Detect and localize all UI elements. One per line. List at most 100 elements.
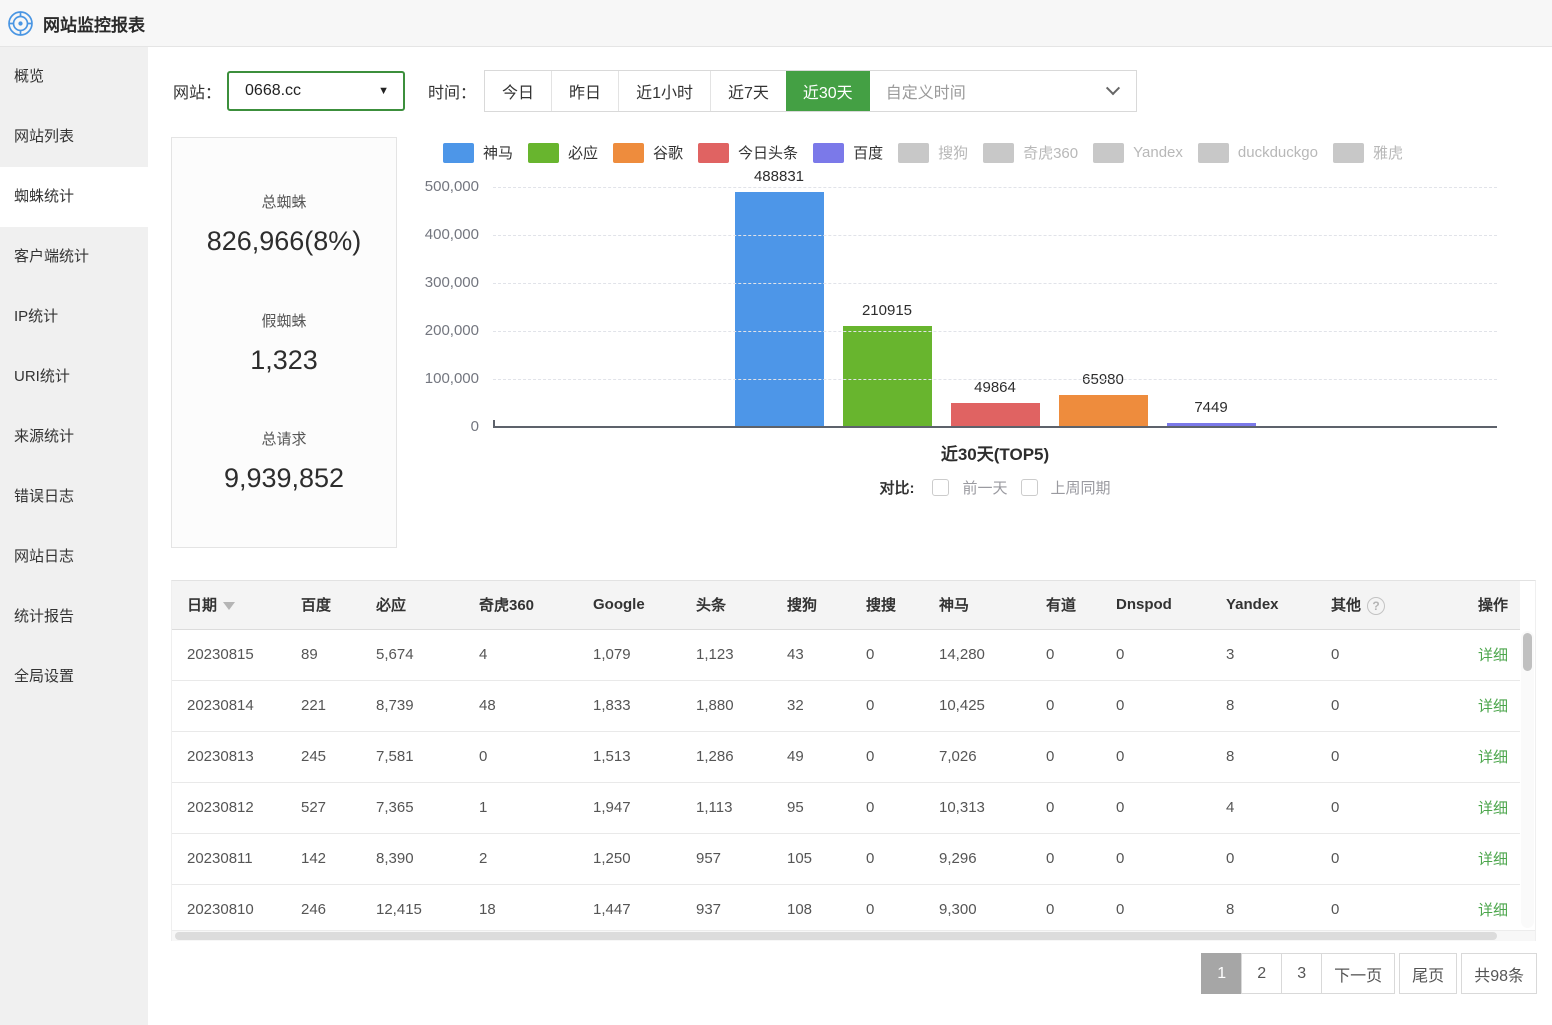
- sidebar-item-概览[interactable]: 概览: [0, 47, 148, 107]
- cell-搜搜: 0: [851, 731, 924, 782]
- sidebar-item-网站日志[interactable]: 网站日志: [0, 527, 148, 587]
- cell-action: 详细: [1463, 884, 1520, 935]
- compare-row: 对比: 前一天上周同期: [493, 477, 1497, 498]
- cell-date: 20230812: [172, 782, 286, 833]
- legend-item-谷歌[interactable]: 谷歌: [613, 142, 683, 163]
- cell-必应: 7,365: [361, 782, 464, 833]
- page-button-1[interactable]: 1: [1201, 953, 1242, 994]
- column-header-奇虎360: 奇虎360: [464, 581, 578, 629]
- cell-date: 20230810: [172, 884, 286, 935]
- sidebar-item-IP统计[interactable]: IP统计: [0, 287, 148, 347]
- gridline: [493, 283, 1497, 284]
- help-icon[interactable]: ?: [1367, 597, 1385, 615]
- cell-action: 详细: [1463, 629, 1520, 680]
- cell-action: 详细: [1463, 731, 1520, 782]
- column-header-Yandex: Yandex: [1211, 581, 1316, 629]
- column-header-日期[interactable]: 日期: [172, 581, 286, 629]
- legend-item-Yandex[interactable]: Yandex: [1093, 142, 1183, 163]
- sidebar-item-URI统计[interactable]: URI统计: [0, 347, 148, 407]
- detail-link[interactable]: 详细: [1478, 698, 1508, 715]
- bar-value-label: 210915: [823, 302, 952, 319]
- cell-神马: 14,280: [924, 629, 1031, 680]
- cell-Dnspod: 0: [1101, 833, 1211, 884]
- cell-百度: 221: [286, 680, 361, 731]
- bar-谷歌: 65980: [1059, 395, 1148, 427]
- cell-头条: 1,286: [681, 731, 772, 782]
- cell-Yandex: 4: [1211, 782, 1316, 833]
- horizontal-scrollbar-thumb[interactable]: [175, 932, 1497, 940]
- cell-date: 20230815: [172, 629, 286, 680]
- legend-item-duckduckgo[interactable]: duckduckgo: [1198, 142, 1318, 163]
- legend-item-必应[interactable]: 必应: [528, 142, 598, 163]
- cell-必应: 7,581: [361, 731, 464, 782]
- cell-神马: 10,313: [924, 782, 1031, 833]
- y-axis-tick-label: 200,000: [407, 321, 479, 341]
- legend-item-奇虎360[interactable]: 奇虎360: [983, 142, 1078, 163]
- site-dropdown-value: 0668.cc: [245, 82, 301, 100]
- site-dropdown[interactable]: 0668.cc ▼: [227, 71, 405, 111]
- stat-value: 9,939,852: [172, 463, 396, 494]
- custom-time-select[interactable]: 自定义时间: [870, 71, 1136, 111]
- legend-label: 必应: [568, 142, 598, 163]
- cell-其他: 0: [1316, 731, 1463, 782]
- time-button-昨日[interactable]: 昨日: [551, 71, 618, 111]
- legend-item-雅虎[interactable]: 雅虎: [1333, 142, 1403, 163]
- chart-title: 近30天(TOP5): [493, 440, 1497, 465]
- axis-tick: [493, 420, 495, 428]
- detail-link[interactable]: 详细: [1478, 749, 1508, 766]
- column-header-神马: 神马: [924, 581, 1031, 629]
- legend-item-搜狗[interactable]: 搜狗: [898, 142, 968, 163]
- legend-item-百度[interactable]: 百度: [813, 142, 883, 163]
- time-label: 时间：: [428, 79, 476, 103]
- checkbox-前一天[interactable]: [932, 479, 949, 496]
- sidebar-item-蜘蛛统计[interactable]: 蜘蛛统计: [0, 167, 148, 227]
- cell-搜搜: 0: [851, 782, 924, 833]
- legend-item-今日头条[interactable]: 今日头条: [698, 142, 798, 163]
- time-button-近30天[interactable]: 近30天: [786, 71, 870, 111]
- spider-table: 日期百度必应奇虎360Google头条搜狗搜搜神马有道DnspodYandex其…: [171, 580, 1536, 941]
- cell-date: 20230813: [172, 731, 286, 782]
- cell-Google: 1,079: [578, 629, 681, 680]
- time-button-近7天[interactable]: 近7天: [710, 71, 786, 111]
- detail-link[interactable]: 详细: [1478, 902, 1508, 919]
- detail-link[interactable]: 详细: [1478, 851, 1508, 868]
- checkbox-上周同期[interactable]: [1021, 479, 1038, 496]
- sidebar-item-来源统计[interactable]: 来源统计: [0, 407, 148, 467]
- table-row-20230811: 202308111428,39021,25095710509,2960000详细: [172, 833, 1520, 884]
- column-header-头条: 头条: [681, 581, 772, 629]
- page-button-3[interactable]: 3: [1281, 953, 1322, 994]
- sidebar-item-错误日志[interactable]: 错误日志: [0, 467, 148, 527]
- cell-搜狗: 49: [772, 731, 851, 782]
- sidebar: 概览网站列表蜘蛛统计客户端统计IP统计URI统计来源统计错误日志网站日志统计报告…: [0, 47, 148, 1025]
- stat-total-requests: 总请求 9,939,852: [172, 428, 396, 494]
- page-button-2[interactable]: 2: [1241, 953, 1282, 994]
- sidebar-item-客户端统计[interactable]: 客户端统计: [0, 227, 148, 287]
- detail-link[interactable]: 详细: [1478, 800, 1508, 817]
- chart-bars: 48883121091549864659807449: [493, 187, 1497, 427]
- sidebar-item-统计报告[interactable]: 统计报告: [0, 587, 148, 647]
- legend-label: 搜狗: [938, 142, 968, 163]
- compare-option-label: 上周同期: [1051, 477, 1111, 498]
- chevron-down-icon: [1106, 81, 1120, 95]
- legend-item-神马[interactable]: 神马: [443, 142, 513, 163]
- time-button-今日[interactable]: 今日: [485, 71, 551, 111]
- last-page-button[interactable]: 尾页: [1399, 953, 1457, 994]
- vertical-scrollbar-thumb[interactable]: [1523, 633, 1532, 671]
- sidebar-item-全局设置[interactable]: 全局设置: [0, 647, 148, 707]
- legend-swatch-icon: [1198, 143, 1229, 163]
- legend-swatch-icon: [898, 143, 929, 163]
- sidebar-item-网站列表[interactable]: 网站列表: [0, 107, 148, 167]
- table-row-20230814: 202308142218,739481,8331,88032010,425008…: [172, 680, 1520, 731]
- column-header-搜搜: 搜搜: [851, 581, 924, 629]
- cell-Google: 1,833: [578, 680, 681, 731]
- stat-value: 1,323: [172, 345, 396, 376]
- horizontal-scrollbar[interactable]: [172, 930, 1535, 941]
- time-button-近1小时[interactable]: 近1小时: [618, 71, 710, 111]
- detail-link[interactable]: 详细: [1478, 647, 1508, 664]
- cell-Google: 1,947: [578, 782, 681, 833]
- table-body: 20230815895,67441,0791,12343014,2800030详…: [172, 629, 1520, 935]
- next-page-button[interactable]: 下一页: [1321, 953, 1395, 994]
- bar-今日头条: 49864: [951, 403, 1040, 427]
- cell-其他: 0: [1316, 680, 1463, 731]
- vertical-scrollbar[interactable]: [1521, 631, 1534, 928]
